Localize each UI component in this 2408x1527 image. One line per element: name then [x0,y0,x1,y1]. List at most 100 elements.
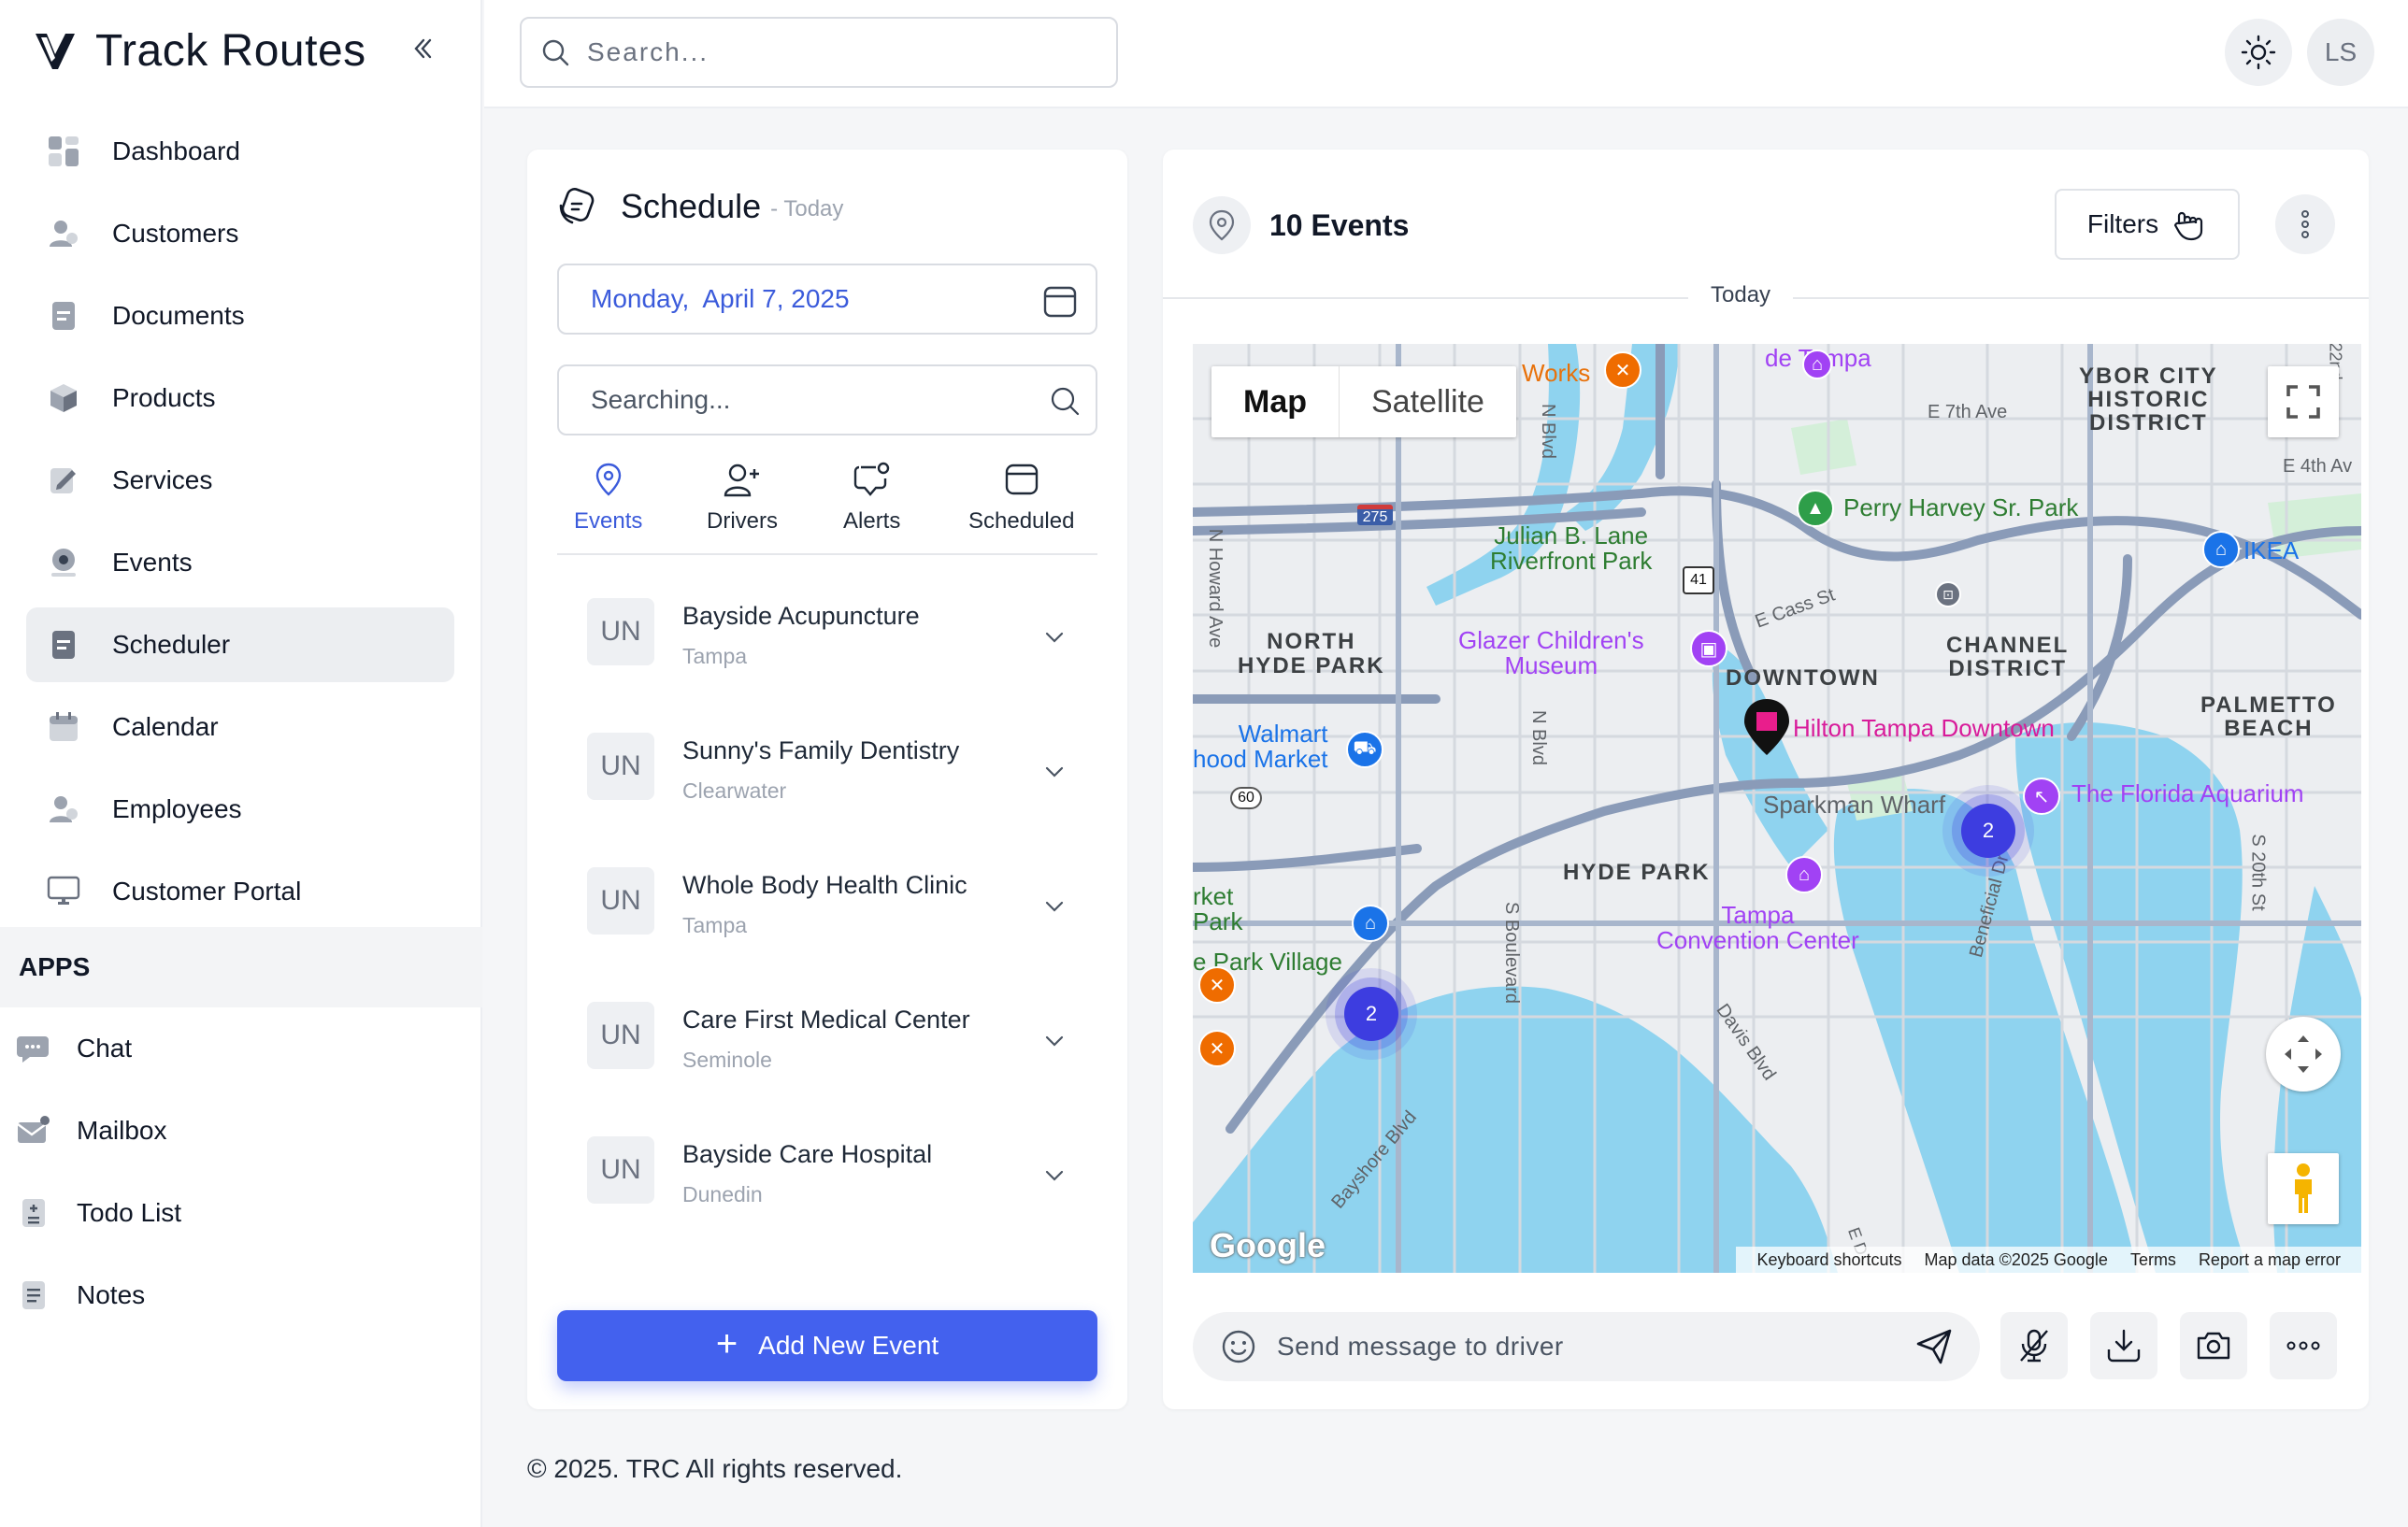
cart-icon[interactable]: ⛟ [1346,731,1383,768]
date-picker[interactable]: Monday, April 7, 2025 [557,264,1097,335]
route-map[interactable]: YBOR CITY HISTORIC DISTRICT de Tampa E 7… [1193,344,2361,1273]
tab-alerts[interactable]: Alerts [843,458,900,535]
shopping-bag-icon[interactable]: ⌂ [2202,531,2240,568]
shopping-icon[interactable]: ⌂ [1352,905,1389,942]
sidebar-item-scheduler[interactable]: Scheduler [26,607,454,682]
pegman-icon [2295,1163,2312,1213]
list-item[interactable]: UN Sunny's Family Dentistry Clearwater [557,733,1097,867]
map-type-satellite-button[interactable]: Satellite [1339,366,1516,437]
user-avatar[interactable]: LS [2307,19,2374,86]
documents-icon [47,299,80,333]
aquarium-icon[interactable]: ↖ [2023,778,2060,815]
send-icon[interactable] [1914,1327,1954,1366]
download-icon [2107,1329,2141,1363]
calendar-icon [1043,286,1077,318]
sidebar-item-label: Notes [77,1280,146,1309]
emoji-icon[interactable] [1221,1329,1256,1364]
restaurant-icon[interactable]: ✕ [1198,1030,1236,1067]
alert-bubble-icon [853,462,889,496]
map-label-north-hyde-park: NORTH HYDE PARK [1238,629,1385,679]
street-view-pegman[interactable] [2268,1153,2339,1224]
theme-toggle-button[interactable] [2225,19,2292,86]
item-city: Clearwater [682,778,787,803]
tab-scheduled[interactable]: Scheduled [968,458,1074,535]
sidebar-item-documents[interactable]: Documents [26,278,454,353]
map-label-downtown: DOWNTOWN [1726,665,1880,691]
more-horizontal-icon [2286,1341,2320,1350]
mute-mic-button[interactable] [2000,1312,2068,1379]
sidebar-item-calendar[interactable]: Calendar [26,690,454,764]
services-icon [47,464,80,497]
keyboard-shortcuts-link[interactable]: Keyboard shortcuts [1756,1250,1901,1270]
sidebar-item-label: Dashboard [112,136,240,165]
more-options-button[interactable] [2275,194,2335,254]
sidebar-item-employees[interactable]: Employees [26,772,454,847]
tab-events[interactable]: Events [574,458,642,535]
sidebar-item-services[interactable]: Services [26,443,454,518]
list-item[interactable]: UN Care First Medical Center Seminole [557,1002,1097,1136]
schedule-panel: Schedule - Today Monday, April 7, 2025 E… [527,150,1127,1409]
convention-icon[interactable]: ⌂ [1785,856,1823,893]
restaurant-icon[interactable]: ✕ [1198,966,1236,1004]
events-header: 10 Events [1193,196,1409,254]
fullscreen-button[interactable] [2268,366,2339,437]
sidebar-item-dashboard[interactable]: Dashboard [26,114,454,189]
schedule-subtitle: - Today [770,196,844,221]
map-data-text: Map data ©2025 Google [1924,1249,2108,1269]
event-cluster[interactable]: 2 [1961,804,2015,858]
sidebar-item-chat[interactable]: Chat [13,1011,462,1086]
map-label-channel-district: CHANNEL DISTRICT [1946,633,2070,682]
tab-drivers[interactable]: Drivers [707,458,778,535]
map-label-palmetto-beach: PALMETTO BEACH [2200,692,2337,742]
products-icon [47,381,80,415]
camera-icon [2197,1332,2230,1360]
item-name: Sunny's Family Dentistry [682,736,960,764]
map-type-map-button[interactable]: Map [1211,366,1339,437]
terms-link[interactable]: Terms [2130,1250,2176,1270]
map-label-e7th: E 7th Ave [1928,402,2008,422]
notes-icon [17,1278,50,1312]
interstate-275-shield: 275 [1357,505,1393,525]
filters-button[interactable]: Filters [2055,189,2240,260]
download-button[interactable] [2090,1312,2157,1379]
footer-copyright: © 2025. TRC All rights reserved. [527,1454,903,1483]
map-label-hilton[interactable]: Hilton Tampa Downtown [1793,714,2055,743]
dashboard-icon [47,135,80,168]
attraction-icon[interactable]: ⌂ [1802,350,1832,379]
sidebar-item-products[interactable]: Products [26,361,454,435]
schedule-search-input[interactable] [591,385,1021,415]
sidebar-item-customer-portal[interactable]: Customer Portal [26,854,454,929]
chevron-down-icon[interactable] [1043,1030,1066,1052]
sidebar-item-notes[interactable]: Notes [13,1258,462,1333]
driver-message-input[interactable] [1277,1332,1894,1362]
museum-icon[interactable]: ▣ [1690,630,1727,667]
list-item[interactable]: UN Bayside Acupuncture Tampa [557,598,1097,733]
sidebar-item-customers[interactable]: Customers [26,196,454,271]
camera-button[interactable] [2180,1312,2247,1379]
collapse-sidebar-button[interactable] [402,28,443,69]
schedule-search[interactable] [557,364,1097,435]
map-label-perry-harvey-park: Perry Harvey Sr. Park [1843,493,2079,521]
event-cluster[interactable]: 2 [1344,987,1398,1041]
restaurant-icon[interactable]: ✕ [1604,351,1641,389]
chevron-down-icon[interactable] [1043,1164,1066,1187]
brand[interactable]: Track Routes [34,22,366,78]
report-map-error-link[interactable]: Report a map error [2199,1250,2341,1270]
global-search-input[interactable] [587,37,1073,67]
recenter-button[interactable] [2266,1017,2341,1092]
sidebar-item-mailbox[interactable]: Mailbox [13,1093,462,1168]
list-item[interactable]: UN Whole Body Health Clinic Tampa [557,867,1097,1002]
sidebar-item-label: Employees [112,794,242,823]
chevron-down-icon[interactable] [1043,626,1066,649]
global-search[interactable] [520,17,1118,88]
sidebar-item-todo-list[interactable]: Todo List [13,1176,462,1250]
list-item[interactable]: UN Bayside Care Hospital Dunedin [557,1136,1097,1271]
chevron-down-icon[interactable] [1043,895,1066,918]
more-actions-button[interactable] [2270,1312,2337,1379]
sidebar-item-events[interactable]: Events [26,525,454,600]
chevron-down-icon[interactable] [1043,761,1066,783]
add-new-event-button[interactable]: + Add New Event [557,1310,1097,1381]
park-icon[interactable]: ▲ [1797,490,1834,527]
today-label: Today [1688,282,1794,308]
track-routes-logo-icon [36,34,75,69]
